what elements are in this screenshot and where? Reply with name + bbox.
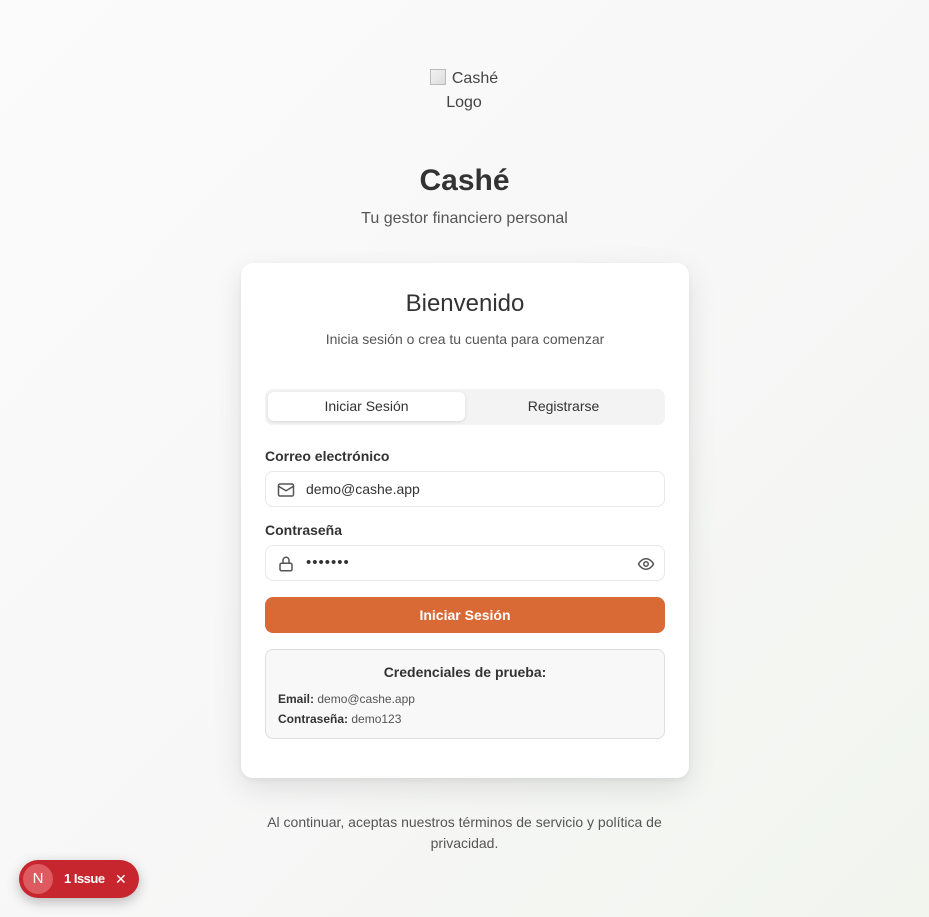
tab-register[interactable]: Registrarse	[465, 392, 662, 421]
login-card: Bienvenido Inicia sesión o crea tu cuent…	[241, 263, 689, 778]
nextjs-logo-icon: N	[23, 864, 53, 894]
close-icon[interactable]: ✕	[115, 860, 127, 898]
test-email-value: demo@cashe.app	[317, 692, 415, 706]
terms-line-1: Al continuar, aceptas nuestros términos …	[267, 814, 662, 830]
test-credentials-password: Contraseña: demo123	[278, 712, 401, 726]
app-logo: Cashé Logo	[426, 67, 502, 115]
email-field[interactable]: demo@cashe.app	[265, 471, 665, 507]
test-credentials-title: Credenciales de prueba:	[383, 664, 547, 680]
password-value: •••••••	[306, 554, 350, 571]
tab-login[interactable]: Iniciar Sesión	[268, 392, 465, 421]
login-button[interactable]: Iniciar Sesión	[265, 597, 665, 633]
test-credentials-box: Credenciales de prueba: Email: demo@cash…	[265, 649, 665, 739]
email-value: demo@cashe.app	[306, 481, 420, 497]
email-label: Correo electrónico	[265, 448, 390, 464]
logo-alt-text: Cashé Logo	[446, 70, 499, 111]
terms-line-2: privacidad.	[430, 835, 499, 851]
eye-icon[interactable]	[637, 555, 655, 573]
password-label: Contraseña	[265, 522, 343, 538]
test-email-key: Email:	[278, 692, 315, 706]
mail-icon	[277, 483, 295, 497]
app-title: Cashé	[419, 164, 510, 197]
auth-tabs: Iniciar Sesión Registrarse	[265, 389, 665, 425]
broken-image-icon	[429, 69, 446, 85]
card-subtitle: Inicia sesión o crea tu cuenta para come…	[325, 331, 605, 347]
issues-count: 1 Issue	[64, 871, 105, 886]
test-password-value: demo123	[351, 712, 402, 726]
lock-icon	[279, 556, 293, 572]
test-password-key: Contraseña:	[278, 712, 349, 726]
terms-note: Al continuar, aceptas nuestros términos …	[0, 812, 929, 854]
card-title: Bienvenido	[405, 290, 525, 317]
password-field[interactable]: •••••••	[265, 545, 665, 581]
app-subtitle: Tu gestor financiero personal	[361, 210, 568, 227]
dev-issues-badge[interactable]: N 1 Issue ✕	[19, 860, 139, 898]
test-credentials-email: Email: demo@cashe.app	[278, 692, 415, 706]
